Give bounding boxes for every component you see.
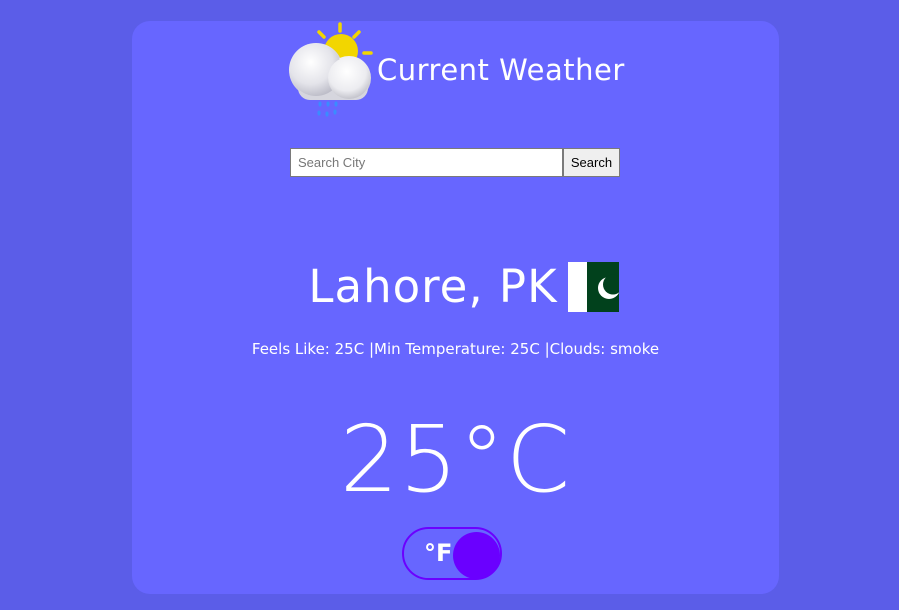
weather-card: Current Weather Search Lahore, PK Feels … [132,21,779,594]
search-bar: Search [290,148,620,177]
search-input[interactable] [290,148,563,177]
unit-toggle-label: °F [424,539,453,567]
pakistan-flag-icon [567,262,619,312]
city-name: Lahore, PK [308,260,558,313]
app-title: Current Weather [377,53,625,87]
unit-toggle[interactable]: °F [402,527,502,580]
search-button[interactable]: Search [563,148,620,177]
current-temperature: 25°C [339,406,572,513]
toggle-knob[interactable] [453,532,500,579]
weather-details: Feels Like: 25C |Min Temperature: 25C |C… [251,340,660,358]
location: Lahore, PK [132,261,779,313]
header: Current Weather [288,21,648,121]
partly-cloudy-rain-icon [289,22,373,117]
